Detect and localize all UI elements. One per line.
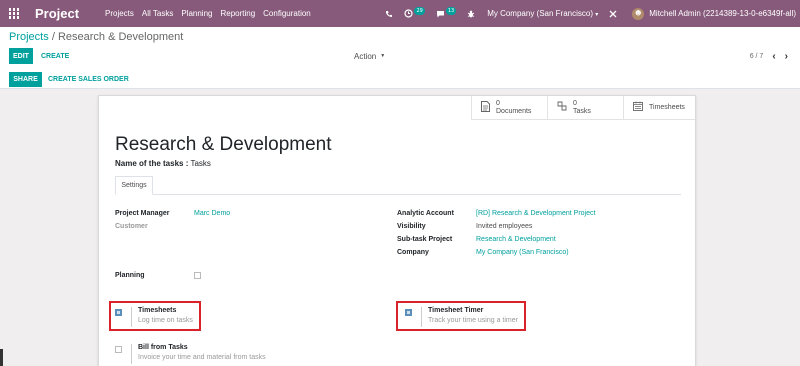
company-label: Company (397, 249, 429, 256)
tasks-name-row: Name of the tasks : Tasks (115, 159, 211, 168)
activity-badge: 29 (414, 6, 425, 15)
share-button[interactable]: SHARE (9, 72, 42, 87)
analytic-account-label: Analytic Account (397, 210, 454, 217)
pager-value[interactable]: 6 / 7 (750, 53, 764, 60)
chevron-left-icon[interactable]: ‹ (772, 51, 775, 62)
customer-label: Customer (115, 223, 148, 230)
caret-down-icon: ▼ (380, 53, 386, 59)
tasks-name-value[interactable]: Tasks (190, 159, 210, 168)
menu-all-tasks[interactable]: All Tasks (138, 9, 177, 18)
chevron-right-icon[interactable]: › (785, 51, 788, 62)
bill-from-tasks-option: Bill from Tasks Invoice your time and ma… (131, 344, 266, 364)
project-title[interactable]: Research & Development (115, 134, 332, 156)
timesheet-timer-highlight-box (396, 301, 526, 331)
menu-planning[interactable]: Planning (177, 9, 216, 18)
control-panel: Projects / Research & Development EDIT C… (0, 27, 800, 89)
timesheets-label: Timesheets (649, 103, 685, 111)
create-sales-order-button[interactable]: CREATE SALES ORDER (48, 72, 129, 87)
subtask-project-value[interactable]: Research & Development (476, 236, 556, 243)
company-value[interactable]: My Company (San Francisco) (476, 249, 569, 256)
tasks-count: 0 (573, 99, 577, 107)
chat-badge: 13 (445, 6, 457, 15)
company-name: My Company (San Francisco) (487, 9, 593, 18)
form-sheet: 0 Documents 0 Tasks Timesheets Research & … (98, 95, 696, 366)
tasks-name-label: Name of the tasks : (115, 159, 189, 168)
project-manager-value[interactable]: Marc Demo (194, 210, 230, 217)
create-button[interactable]: CREATE (41, 48, 69, 64)
user-menu[interactable]: Mitchell Admin (2214389-13-0-e6349f-all) (649, 9, 796, 18)
planning-checkbox[interactable] (194, 272, 201, 279)
bill-from-tasks-option-desc: Invoice your time and material from task… (138, 354, 266, 361)
bill-from-tasks-option-title: Bill from Tasks (138, 344, 188, 351)
phone-icon[interactable] (385, 10, 393, 18)
analytic-account-value[interactable]: [RD] Research & Development Project (476, 210, 595, 217)
subtask-project-label: Sub-task Project (397, 236, 453, 243)
app-brand[interactable]: Project (35, 6, 101, 21)
file-icon (481, 100, 490, 115)
menu-configuration[interactable]: Configuration (259, 9, 315, 18)
planning-label: Planning (115, 272, 145, 279)
activity-icon[interactable]: 29 (404, 6, 425, 18)
navbar-systray: 29 13 My Company (San Francisco) ▾ ☻ Mit… (374, 0, 800, 27)
bill-from-tasks-checkbox[interactable] (115, 346, 122, 353)
top-navbar: Project Projects All Tasks Planning Repo… (0, 0, 800, 27)
documents-label: Documents (496, 107, 532, 115)
scrollbar-edge[interactable] (0, 349, 3, 366)
chat-icon[interactable]: 13 (436, 6, 457, 18)
tab-settings[interactable]: Settings (115, 176, 153, 195)
menu-reporting[interactable]: Reporting (216, 9, 259, 18)
stat-button-box: 0 Documents 0 Tasks Timesheets (471, 96, 695, 120)
action-label: Action (354, 51, 377, 61)
calendar-icon (633, 101, 643, 114)
edit-button[interactable]: EDIT (9, 48, 33, 64)
tasks-icon (557, 101, 567, 114)
timesheets-highlight-box (109, 301, 201, 331)
breadcrumb-current: Research & Development (57, 31, 184, 43)
breadcrumb: Projects / Research & Development (9, 31, 183, 43)
notebook-tabs: Settings (115, 176, 681, 195)
chevron-down-icon: ▾ (595, 12, 599, 18)
timer-icon[interactable] (609, 10, 617, 18)
avatar[interactable]: ☻ (632, 7, 645, 20)
documents-stat-button[interactable]: 0 Documents (471, 96, 547, 120)
breadcrumb-projects[interactable]: Projects (9, 31, 49, 43)
tasks-stat-button[interactable]: 0 Tasks (547, 96, 623, 120)
action-dropdown[interactable]: Action ▼ (354, 48, 385, 64)
bug-icon[interactable] (467, 10, 475, 18)
apps-menu-icon[interactable] (0, 0, 28, 27)
main-menu: Projects All Tasks Planning Reporting Co… (101, 9, 315, 18)
company-switcher[interactable]: My Company (San Francisco) ▾ (487, 9, 598, 18)
breadcrumb-separator: / (51, 31, 55, 43)
timesheets-stat-button[interactable]: Timesheets (623, 96, 695, 120)
visibility-value[interactable]: Invited employees (476, 223, 532, 230)
project-manager-label: Project Manager (115, 210, 170, 217)
menu-projects[interactable]: Projects (101, 9, 138, 18)
documents-count: 0 (496, 99, 500, 107)
visibility-label: Visibility (397, 223, 426, 230)
pager: 6 / 7 ‹ › (750, 48, 788, 64)
tasks-label: Tasks (573, 107, 591, 115)
